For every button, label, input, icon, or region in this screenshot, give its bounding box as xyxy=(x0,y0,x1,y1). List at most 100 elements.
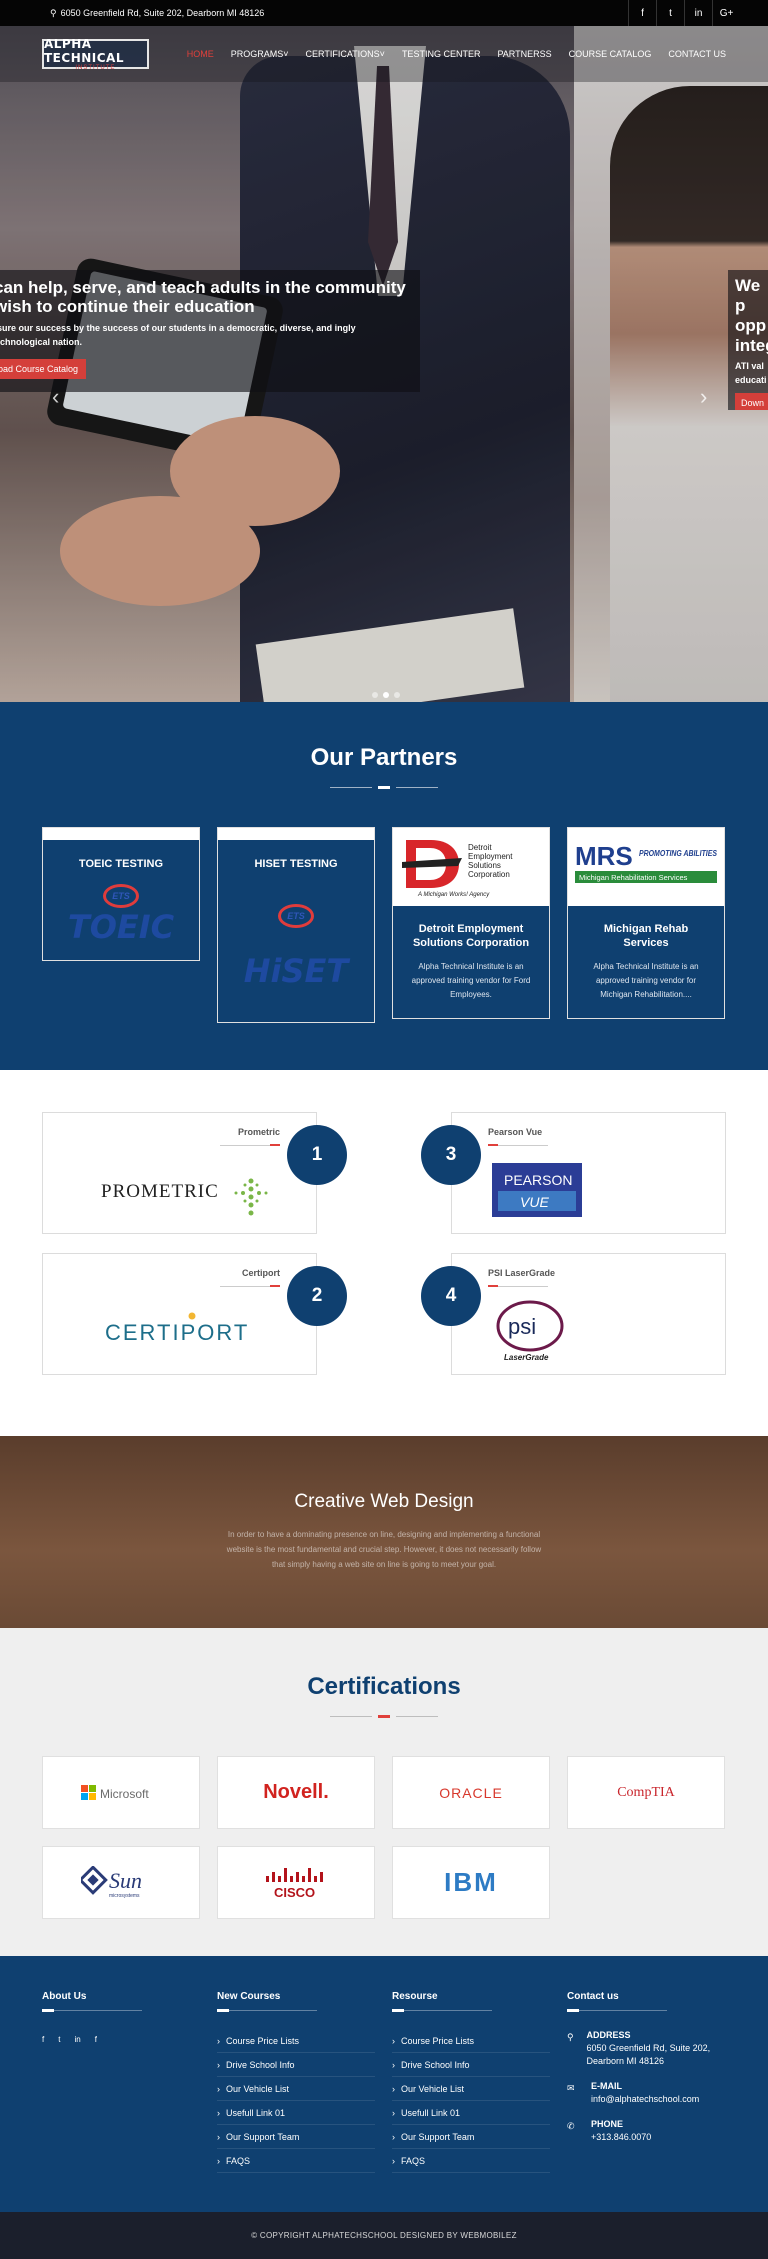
footer-link-label: FAQS xyxy=(226,2155,251,2166)
svg-text:CERTIPORT: CERTIPORT xyxy=(105,1320,249,1345)
footer-heading: Contact us xyxy=(567,1991,619,2002)
svg-text:Employment: Employment xyxy=(468,852,513,861)
twitter-icon[interactable]: t xyxy=(656,0,684,26)
nav-contact-us[interactable]: CONTACT US xyxy=(668,49,726,59)
contact-value[interactable]: +313.846.0070 xyxy=(591,2132,651,2142)
footer-heading: Resourse xyxy=(392,1991,438,2002)
facebook-icon[interactable]: f xyxy=(95,2035,97,2044)
contact-value[interactable]: info@alphatechschool.com xyxy=(591,2094,699,2104)
footer-link[interactable]: › Our Vehicle List xyxy=(392,2077,550,2101)
center-card-certiport[interactable]: Certiport CERTIPORT xyxy=(42,1253,317,1375)
cert-microsoft[interactable]: Microsoft xyxy=(42,1756,200,1829)
top-socials: f t in G+ xyxy=(628,0,740,26)
cert-ibm[interactable]: IBM xyxy=(392,1846,550,1919)
chevron-right-icon: › xyxy=(217,2083,220,2094)
footer-link-label: Usefull Link 01 xyxy=(226,2107,286,2118)
footer-socials: f t in f xyxy=(42,2035,200,2044)
download-catalog-button[interactable]: oad Course Catalog xyxy=(0,359,87,379)
hiset-logo: HiSET xyxy=(243,952,349,990)
cert-sun[interactable]: Sun microsystems xyxy=(42,1846,200,1919)
footer-links: › Course Price Lists › Drive School Info ›… xyxy=(392,2029,550,2173)
contact-email: ✉ E-MAIL info@alphatechschool.com xyxy=(567,2080,725,2106)
slider-dot[interactable] xyxy=(372,692,378,698)
ets-logo: ETS xyxy=(278,904,314,928)
nav-testing-center[interactable]: TESTING CENTER xyxy=(402,49,481,59)
hero-caption-next-title: We p opp integ xyxy=(735,276,768,355)
nav-course-catalog[interactable]: COURSE CATALOG xyxy=(569,49,652,59)
envelope-icon: ✉ xyxy=(567,2083,575,2093)
slider-prev-arrow-icon[interactable]: ‹ xyxy=(52,384,59,410)
logo-title: ALPHA TECHNICAL xyxy=(44,37,124,65)
slider-next-arrow-icon[interactable]: › xyxy=(700,384,707,410)
cert-cisco[interactable]: CISCO xyxy=(217,1846,375,1919)
card-title: Detroit Employment Solutions Corporation xyxy=(412,923,530,949)
slider-dot[interactable] xyxy=(394,692,400,698)
facebook-icon[interactable]: f xyxy=(42,2035,44,2044)
footer-resource: Resourse › Course Price Lists › Drive Scho… xyxy=(392,1991,550,2212)
footer-link[interactable]: › Our Support Team xyxy=(217,2125,375,2149)
card-text: Alpha Technical Institute is an approved… xyxy=(411,962,531,999)
footer-link[interactable]: › Our Vehicle List xyxy=(217,2077,375,2101)
linkedin-icon[interactable]: in xyxy=(684,0,712,26)
copyright-text: © COPYRIGHT ALPHATECHSCHOOL DESIGNED BY … xyxy=(251,2231,517,2240)
nav-certifications[interactable]: CERTIFICATIONS˅ xyxy=(306,49,385,59)
center-card-pearson-vue[interactable]: Pearson Vue PEARSON VUE xyxy=(451,1112,726,1234)
twitter-icon[interactable]: t xyxy=(58,2035,60,2044)
ibm-logo: IBM xyxy=(444,1867,498,1897)
footer-about: About Us f t in f xyxy=(42,1991,200,2212)
copyright-bar: © COPYRIGHT ALPHATECHSCHOOL DESIGNED BY … xyxy=(0,2212,768,2259)
certifications-title: Certifications xyxy=(307,1673,461,1700)
center-card-prometric[interactable]: Prometric PROMETRIC xyxy=(42,1112,317,1234)
footer-heading-underline xyxy=(42,2009,142,2012)
footer-link[interactable]: › Usefull Link 01 xyxy=(392,2101,550,2125)
svg-text:VUE: VUE xyxy=(520,1194,549,1210)
caret-down-icon: ˅ xyxy=(283,49,289,59)
card-title: TOEIC TESTING xyxy=(78,858,164,870)
partner-card-hiset[interactable]: HISET TESTING ETS HiSET xyxy=(217,827,375,1023)
footer-link[interactable]: › Course Price Lists xyxy=(392,2029,550,2053)
psi-logo-graphic: psi LaserGrade xyxy=(496,1300,564,1362)
footer-link[interactable]: › Course Price Lists xyxy=(217,2029,375,2053)
certifications-section: Certifications Microsoft Novell. ORACLE … xyxy=(0,1628,768,1956)
linkedin-icon[interactable]: in xyxy=(74,2035,80,2044)
nav-programs[interactable]: PROGRAMS˅ xyxy=(231,49,289,59)
psi-logo: psi LaserGrade xyxy=(494,1298,574,1369)
cert-comptia[interactable]: CompTIA xyxy=(567,1756,725,1829)
partner-card-mrs[interactable]: MRS PROMOTING ABILITIES Michigan Rehabil… xyxy=(567,827,725,1019)
card-body: Detroit Employment Solutions Corporation… xyxy=(393,906,549,1018)
svg-text:psi: psi xyxy=(508,1314,536,1339)
hero-caption: can help, serve, and teach adults in the… xyxy=(0,270,420,392)
center-card-psi[interactable]: PSI LaserGrade psi LaserGrade xyxy=(451,1253,726,1375)
download-button-next[interactable]: Down xyxy=(735,393,768,410)
chevron-right-icon: › xyxy=(392,2059,395,2070)
footer-heading-underline xyxy=(217,2009,317,2012)
google-plus-icon[interactable]: G+ xyxy=(712,0,740,26)
nav-partners[interactable]: PARTNERSS xyxy=(497,49,551,59)
slider-dot-active[interactable] xyxy=(383,692,389,698)
footer-link[interactable]: › FAQS xyxy=(217,2149,375,2173)
center-number-badge: 3 xyxy=(421,1125,481,1185)
facebook-icon[interactable]: f xyxy=(628,0,656,26)
cert-oracle[interactable]: ORACLE xyxy=(392,1756,550,1829)
cwd-title: Creative Web Design xyxy=(294,1491,474,1512)
phone-icon: ✆ xyxy=(567,2121,575,2131)
footer-link[interactable]: › FAQS xyxy=(392,2149,550,2173)
center-name: PSI LaserGrade xyxy=(488,1268,556,1278)
contact-value: 6050 Greenfield Rd, Suite 202, Dearborn … xyxy=(586,2043,711,2066)
partner-card-detroit[interactable]: Detroit Employment Solutions Corporation… xyxy=(392,827,550,1019)
nav-home[interactable]: HOME xyxy=(187,49,214,59)
partner-card-toeic[interactable]: TOEIC TESTING ETS TOEIC xyxy=(42,827,200,961)
detroit-logo: Detroit Employment Solutions Corporation… xyxy=(393,828,549,906)
cert-novell[interactable]: Novell. xyxy=(217,1756,375,1829)
certiport-logo-graphic: CERTIPORT xyxy=(105,1312,249,1345)
footer-link-label: Course Price Lists xyxy=(401,2035,475,2046)
prometric-logo: PROMETRIC xyxy=(101,1173,281,1238)
prometric-logo-graphic: PROMETRIC xyxy=(101,1178,268,1216)
footer-link[interactable]: › Usefull Link 01 xyxy=(217,2101,375,2125)
site-logo[interactable]: ALPHA TECHNICAL INSTITUTE xyxy=(42,37,149,71)
footer-link[interactable]: › Drive School Info xyxy=(392,2053,550,2077)
chevron-right-icon: › xyxy=(392,2155,395,2166)
footer-link[interactable]: › Our Support Team xyxy=(392,2125,550,2149)
footer-link[interactable]: › Drive School Info xyxy=(217,2053,375,2077)
footer-heading-underline xyxy=(392,2009,492,2012)
